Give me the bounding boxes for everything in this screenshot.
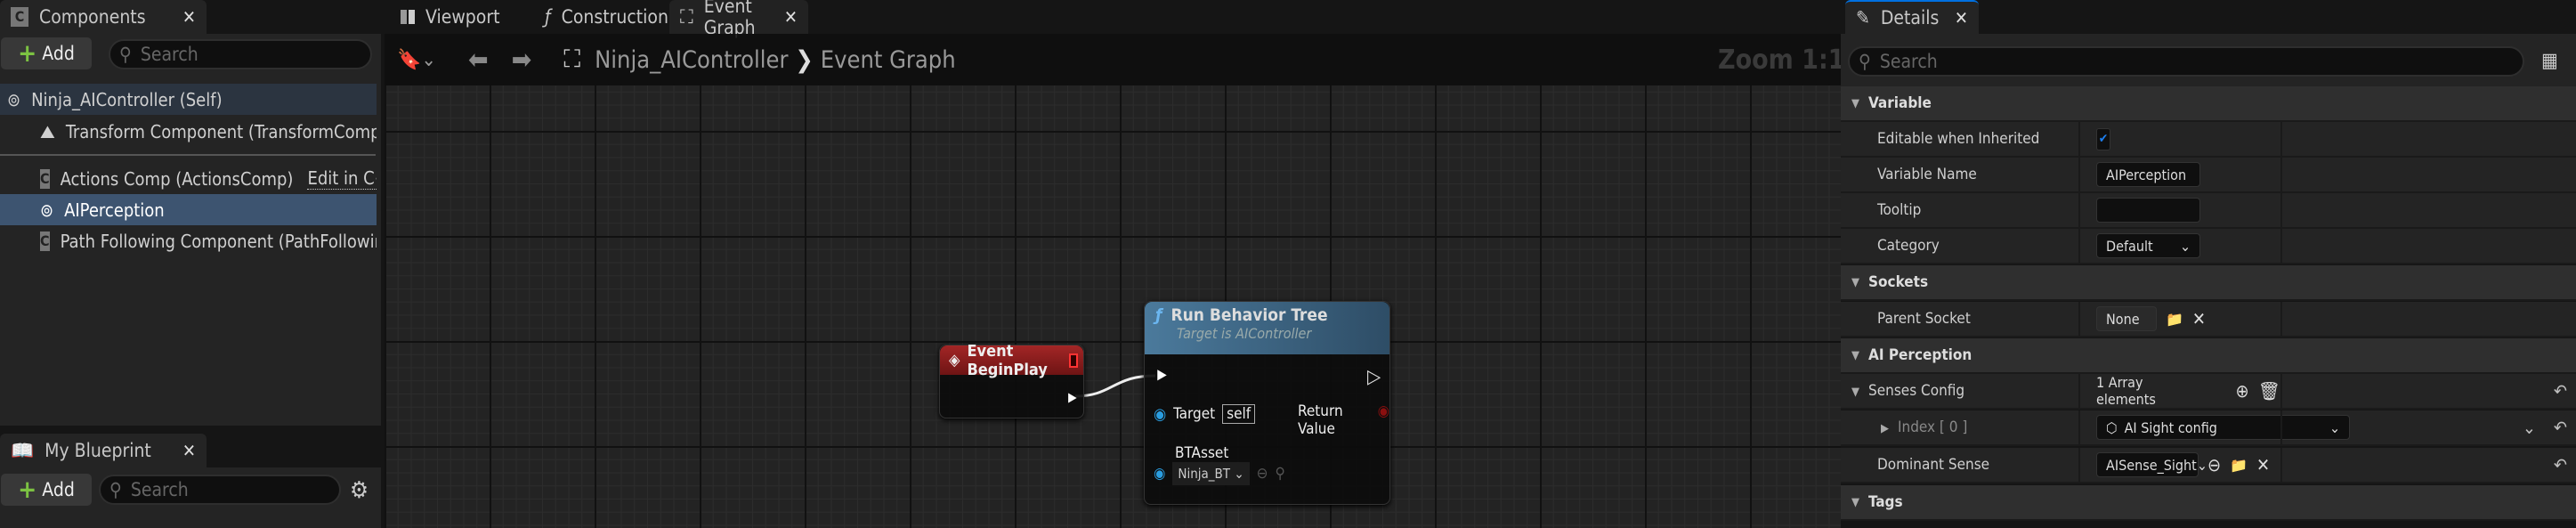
clear-icon[interactable]: ✕ (2256, 454, 2270, 475)
search-icon: ⚲ (1859, 51, 1871, 72)
function-icon: ƒ (1155, 305, 1162, 325)
use-selected-icon[interactable]: ⊖ (1257, 465, 1268, 483)
row-parent-socket: Parent Socket None 📁 ✕ (1841, 302, 2576, 337)
dominant-sense-combo[interactable]: AISense_Sight ⌄ (2096, 452, 2207, 477)
class-icon: ⬡ (2106, 418, 2118, 436)
btasset-dropdown[interactable]: Ninja_BT ⌄ (1172, 462, 1250, 485)
section-tags[interactable]: ▼ Tags (1841, 485, 2576, 521)
details-search-input[interactable]: ⚲ Search (1848, 46, 2524, 77)
event-beginplay-node[interactable]: ◈ Event BeginPlay ⯈ (939, 342, 1084, 418)
variable-name-input[interactable]: AIPerception (2096, 162, 2200, 187)
use-selected-icon[interactable]: ⊖ (2207, 454, 2221, 475)
row-variable-name: Variable Name AIPerception (1841, 158, 2576, 193)
target-pin[interactable]: ◉ (1154, 405, 1166, 424)
section-ai-perception[interactable]: ▼ AI Perception (1841, 338, 2576, 374)
reset-icon[interactable]: ↶ (2554, 417, 2567, 438)
target-value[interactable]: self (1222, 404, 1256, 424)
parent-socket-field[interactable]: None (2096, 306, 2157, 331)
section-variable[interactable]: ▼ Variable (1841, 86, 2576, 122)
exec-out-pin[interactable]: ⯈ (1065, 388, 1079, 410)
row-index-0: ▶ Index [ 0 ] ⬡ AI Sight config ⌄ ⌄ ↶ (1841, 410, 2576, 446)
row-dominant-sense: Dominant Sense AISense_Sight ⌄ ⊖ 📁 ✕ ↶ (1841, 448, 2576, 483)
editable-checkbox[interactable]: ✔ (2096, 127, 2110, 150)
category-combo[interactable]: Default ⌄ (2096, 233, 2200, 258)
row-senses-config: ▼ Senses Config 1 Array elements ⊕ 🗑 ↶ (1841, 374, 2576, 410)
event-icon: ◈ (949, 351, 960, 370)
return-value-pin[interactable]: ◉ (1378, 402, 1389, 438)
node-subtitle: Target is AIController (1177, 325, 1312, 342)
tooltip-input[interactable] (2096, 198, 2200, 223)
row-editable-when-inherited: Editable when Inherited ✔ (1841, 122, 2576, 158)
table-view-icon[interactable]: ▦ (2541, 50, 2558, 72)
row-category: Category Default ⌄ (1841, 229, 2576, 264)
pencil-icon: ✎ (1856, 7, 1870, 28)
trash-icon[interactable]: 🗑 (2258, 380, 2280, 402)
run-behavior-tree-node[interactable]: ƒ Run Behavior Tree Target is AIControlle… (1144, 301, 1390, 505)
chevron-down-icon: ⌄ (2196, 456, 2207, 474)
section-sockets[interactable]: ▼ Sockets (1841, 265, 2576, 301)
add-element-icon[interactable]: ⊕ (2236, 380, 2249, 402)
exec-in-pin[interactable]: ⯈ (1154, 366, 1170, 388)
browse-folder-icon[interactable]: 📁 (2230, 457, 2248, 474)
chevron-down-icon[interactable]: ⌄ (2523, 417, 2536, 438)
reset-icon[interactable]: ↶ (2280, 448, 2576, 482)
browse-icon[interactable]: ⚲ (1275, 465, 1284, 483)
clear-icon[interactable]: ✕ (2192, 308, 2206, 329)
btasset-pin[interactable]: ◉ (1154, 465, 1165, 483)
close-icon[interactable]: ✕ (1955, 7, 1968, 28)
reset-icon[interactable]: ↶ (2280, 374, 2576, 408)
delegate-pin-icon[interactable] (1069, 353, 1078, 368)
tab-details[interactable]: ✎ Details ✕ (1845, 0, 1979, 34)
browse-folder-icon[interactable]: 📁 (2166, 311, 2183, 328)
chevron-down-icon: ⌄ (2179, 237, 2191, 255)
exec-out-pin[interactable]: ▷ (1367, 366, 1381, 388)
row-tooltip: Tooltip (1841, 193, 2576, 229)
